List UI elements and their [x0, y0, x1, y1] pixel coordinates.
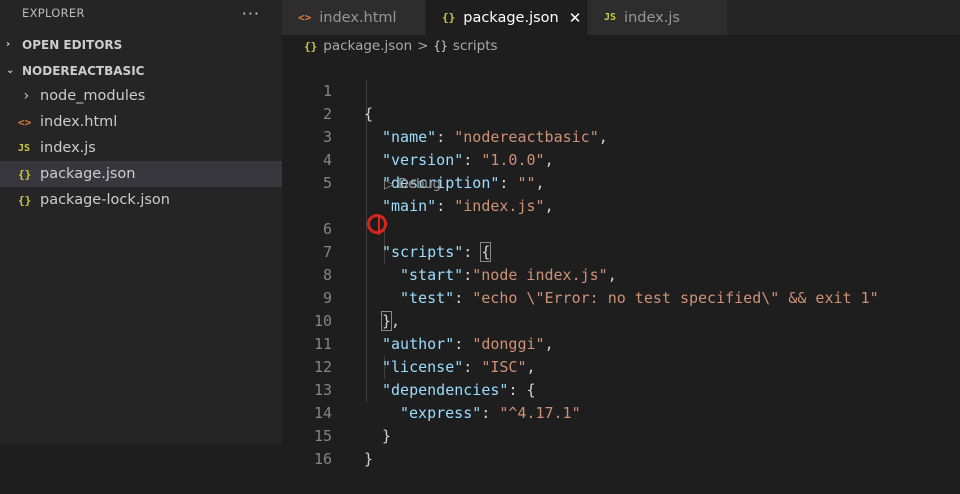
project-folder-label: NODEREACTBASIC — [22, 63, 145, 78]
explorer-sidebar: EXPLORER ··· › OPEN EDITORS ⌄ NODEREACTB… — [0, 0, 282, 444]
tree-item-index-html[interactable]: <> index.html — [0, 109, 282, 135]
chevron-down-icon: ⌄ — [6, 65, 15, 76]
tab-index-js[interactable]: JS index.js — [588, 0, 728, 35]
folder-chevron-icon: › — [22, 88, 31, 104]
tree-item-node-modules[interactable]: › node_modules — [0, 83, 282, 109]
code-line: 5 "main": "index.js", — [282, 149, 960, 215]
text-cursor — [378, 217, 380, 235]
tree-item-label: package.json — [40, 166, 136, 182]
code-editor[interactable]: 1 { 2 "name": "nodereactbasic", 3 "versi… — [282, 57, 960, 468]
tree-item-label: index.js — [40, 140, 96, 156]
close-icon[interactable]: ✕ — [569, 9, 582, 27]
chevron-right-icon: › — [6, 39, 11, 50]
json-file-icon: {} — [304, 39, 318, 53]
code-line: 8 "test": "echo \"Error: no test specifi… — [282, 241, 960, 307]
breadcrumb-symbol[interactable]: scripts — [453, 38, 498, 54]
json-file-icon: {} — [442, 11, 456, 24]
project-folder-section[interactable]: ⌄ NODEREACTBASIC — [0, 58, 282, 83]
json-file-icon: {} — [18, 167, 32, 181]
token-string: "" — [517, 174, 536, 192]
code-line: 3 "version": "1.0.0", — [282, 103, 960, 169]
tree-item-label: package-lock.json — [40, 192, 170, 208]
open-editors-section[interactable]: › OPEN EDITORS — [0, 32, 282, 57]
debug-codelens[interactable]: ▷ Debug — [384, 175, 441, 195]
tree-item-package-lock-json[interactable]: {} package-lock.json — [0, 187, 282, 213]
tab-label: index.html — [319, 9, 397, 26]
code-line: 1 { — [282, 57, 960, 123]
tab-index-html[interactable]: <> index.html — [282, 0, 426, 35]
tab-label: index.js — [624, 9, 680, 26]
tree-item-label: node_modules — [40, 88, 146, 104]
more-actions-icon[interactable]: ··· — [242, 4, 260, 23]
html-file-icon: <> — [18, 115, 32, 129]
breadcrumb-file[interactable]: package.json — [323, 38, 412, 54]
json-file-icon: {} — [18, 193, 32, 207]
tree-item-package-json[interactable]: {} package.json — [0, 161, 282, 187]
code-line: 4 "description": "", — [282, 126, 960, 192]
token-punct: } — [364, 450, 374, 468]
code-line: 9 }, — [282, 264, 960, 331]
line-number: 16 — [313, 450, 332, 468]
token-punct: : — [499, 174, 518, 192]
tab-label: package.json — [463, 9, 559, 26]
code-line: 10 "author": "donggi", — [282, 287, 960, 353]
object-symbol-icon: {} — [433, 39, 448, 53]
code-line: 2 "name": "nodereactbasic", — [282, 80, 960, 146]
explorer-header: EXPLORER ··· — [0, 0, 282, 26]
breadcrumb-separator: > — [417, 38, 429, 54]
explorer-title: EXPLORER — [22, 6, 85, 20]
code-line: 6 "scripts": { — [282, 195, 960, 262]
tree-item-index-js[interactable]: JS index.js — [0, 135, 282, 161]
annotation-circle — [367, 214, 387, 234]
tree-item-label: index.html — [40, 114, 118, 130]
code-line: 12 "dependencies": { — [282, 333, 960, 399]
breadcrumb: {} package.json > {} scripts — [282, 35, 960, 57]
code-line: 15 } — [282, 402, 960, 468]
code-line: 16 — [282, 425, 960, 468]
code-line: 14 } — [282, 379, 960, 445]
html-file-icon: <> — [298, 11, 312, 24]
tab-package-json[interactable]: {} package.json ✕ — [426, 0, 588, 35]
code-line: 13 "express": "^4.17.1" — [282, 356, 960, 422]
editor-tab-bar: <> index.html {} package.json ✕ JS index… — [282, 0, 960, 35]
line-number: 5 — [322, 174, 332, 192]
open-editors-label: OPEN EDITORS — [22, 37, 123, 52]
js-file-icon: JS — [604, 12, 617, 23]
js-file-icon: JS — [18, 142, 31, 154]
token-punct: , — [535, 174, 545, 192]
code-line: 11 "license": "ISC", — [282, 310, 960, 376]
